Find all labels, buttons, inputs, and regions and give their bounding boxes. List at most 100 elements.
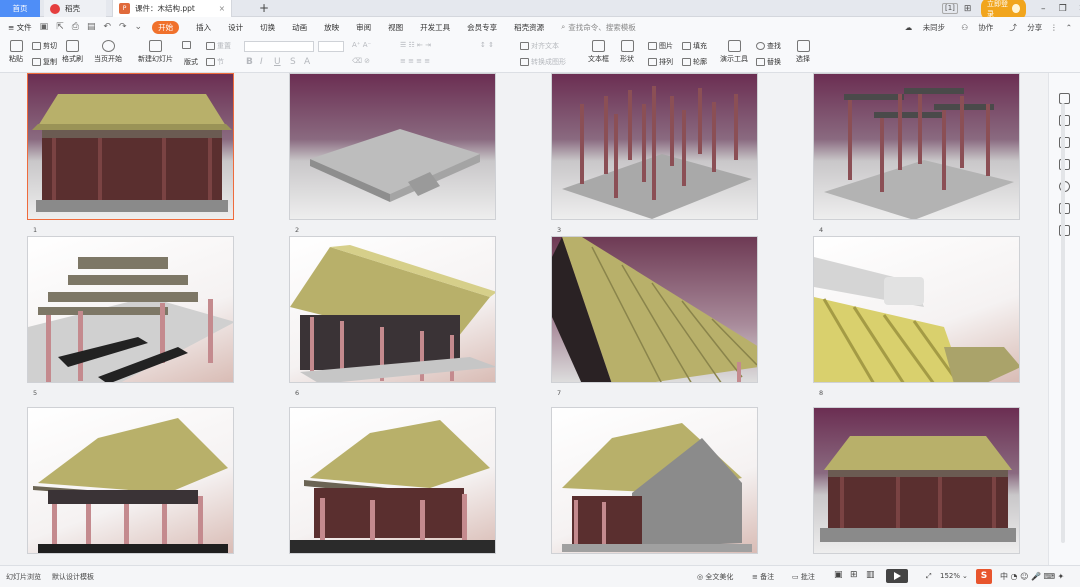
redo-icon[interactable]: ↷	[119, 22, 127, 32]
zoom-level[interactable]: 152%	[940, 572, 960, 580]
tab-home[interactable]: 首页	[0, 0, 40, 17]
tab-document[interactable]: P 课件：木结构.ppt ×	[112, 0, 232, 17]
menu-tab-transition[interactable]: 切换	[260, 22, 275, 33]
line-spacing-icon[interactable]: ↕ ⇕	[480, 41, 494, 49]
slide-thumb-3[interactable]	[551, 73, 758, 220]
menu-tab-docer-resources[interactable]: 稻壳资源	[514, 22, 544, 33]
strikethrough-icon[interactable]: S	[290, 57, 296, 67]
menu-tab-design[interactable]: 设计	[228, 22, 243, 33]
menu-tab-animation[interactable]: 动画	[292, 22, 307, 33]
close-tab-icon[interactable]: ×	[219, 4, 225, 13]
slide-thumb-5[interactable]	[27, 236, 234, 383]
font-family-select[interactable]	[244, 41, 314, 52]
close-button[interactable]: ✕	[1073, 4, 1080, 14]
arrange-button[interactable]: 排列	[648, 57, 673, 67]
menu-tab-member[interactable]: 会员专享	[467, 22, 497, 33]
sorter-view-icon[interactable]: ⊞	[850, 570, 858, 580]
copy-button[interactable]: 复制	[32, 57, 57, 67]
ime-toolbar-icon[interactable]: 中 ◔ ☺ 🎤 ⌨ ✦	[1000, 571, 1064, 582]
file-menu[interactable]: ≡ 文件	[8, 22, 32, 33]
menu-tab-insert[interactable]: 插入	[196, 22, 211, 33]
menu-tab-start[interactable]: 开始	[152, 20, 180, 34]
slide-thumb-6[interactable]	[289, 236, 496, 383]
menu-tab-developer[interactable]: 开发工具	[420, 22, 450, 33]
section-button[interactable]: 节	[206, 57, 224, 67]
sidebar-select-icon[interactable]	[1059, 93, 1070, 104]
minimize-button[interactable]: –	[1034, 4, 1054, 14]
start-from-current-button[interactable]: 当页开始	[94, 40, 122, 64]
layout-button[interactable]	[182, 41, 193, 49]
slide-thumb-9[interactable]	[27, 407, 234, 554]
align-icon[interactable]: ≡ ≡ ≡ ≡	[400, 57, 430, 65]
shape-button[interactable]: 形状	[620, 40, 634, 64]
slide-thumb-10[interactable]	[289, 407, 496, 554]
tab-docer[interactable]: 稻壳	[44, 0, 106, 17]
menu-tab-review[interactable]: 审阅	[356, 22, 371, 33]
fill-button[interactable]: 填充	[682, 41, 707, 51]
select-button[interactable]: 选择	[796, 40, 810, 64]
notes-button[interactable]: ≡ 备注	[752, 572, 774, 582]
reset-button[interactable]: 重置	[206, 41, 231, 51]
slide-thumb-2[interactable]	[289, 73, 496, 220]
vertical-scrollbar[interactable]	[1061, 103, 1065, 543]
share-button[interactable]: ⤴ 分享	[1001, 22, 1042, 33]
cut-button[interactable]: 剪切	[32, 41, 57, 51]
slide-thumb-11[interactable]	[551, 407, 758, 554]
avatar-icon	[1012, 4, 1020, 13]
paste-button[interactable]: 粘贴	[9, 40, 23, 64]
new-tab-button[interactable]: +	[259, 0, 269, 17]
comments-button[interactable]: ▭ 批注	[792, 572, 815, 582]
ime-logo-icon[interactable]: S	[976, 569, 992, 584]
cloud-sync-status[interactable]: ☁ 未同步	[897, 22, 945, 33]
collab-button[interactable]: ⚇ 协作	[953, 22, 993, 33]
picture-button[interactable]: 图片	[648, 41, 673, 51]
collapse-ribbon-icon[interactable]: ⌃	[1066, 23, 1072, 32]
slide-thumb-12[interactable]	[813, 407, 1020, 554]
list-icon[interactable]: ☰ ☷ ⇤ ⇥	[400, 41, 431, 49]
outline-button[interactable]: 轮廓	[682, 57, 707, 67]
format-painter-button[interactable]: 格式刷	[62, 40, 83, 64]
normal-view-icon[interactable]: ▣	[834, 570, 843, 580]
increase-font-icon[interactable]: A⁺ A⁻	[352, 41, 371, 49]
slide-thumb-4[interactable]	[813, 73, 1020, 220]
design-template[interactable]: 默认设计模板	[52, 572, 94, 582]
clear-format-icon[interactable]: ⌫ ⊘	[352, 57, 370, 65]
new-slide-button[interactable]: 新建幻灯片	[138, 40, 173, 64]
print-preview-icon[interactable]: ▤	[87, 22, 96, 32]
menu-tab-slideshow[interactable]: 放映	[324, 22, 339, 33]
font-color-icon[interactable]: A	[304, 57, 310, 67]
convert-smartart-button[interactable]: 转换成图形	[520, 57, 566, 67]
more-icon[interactable]: ⋮	[1050, 23, 1058, 32]
reading-mode-button[interactable]: [1]	[942, 3, 958, 14]
print-icon[interactable]: ⎙	[72, 22, 79, 32]
text-box-button[interactable]: 文本框	[588, 40, 609, 64]
copy-icon	[32, 58, 41, 66]
replace-button[interactable]: 替换	[756, 57, 781, 67]
save-icon[interactable]: ▣	[40, 22, 49, 32]
bold-button[interactable]: B	[246, 57, 253, 67]
slide-thumb-1[interactable]	[27, 73, 234, 220]
presentation-tools-button[interactable]: 演示工具	[720, 40, 748, 64]
beautify-button[interactable]: ◎ 全文美化	[697, 572, 733, 582]
underline-button[interactable]: U	[274, 57, 281, 67]
font-size-select[interactable]	[318, 41, 344, 52]
slide-thumb-8[interactable]	[813, 236, 1020, 383]
menu-tab-view[interactable]: 视图	[388, 22, 403, 33]
grid-icon[interactable]: ⊞	[964, 4, 972, 14]
text-align-button[interactable]: 对齐文本	[520, 41, 559, 51]
command-search[interactable]: ⌕ 查找命令、搜索模板	[561, 22, 636, 33]
customize-icon[interactable]: ⌄	[135, 22, 143, 32]
layout-label-button[interactable]: 版式	[184, 57, 198, 67]
reading-view-icon[interactable]: ▥	[866, 570, 875, 580]
zoom-dropdown-icon[interactable]: ⌄	[962, 572, 968, 580]
find-button[interactable]: 查找	[756, 41, 781, 51]
fit-icon[interactable]: ⤢	[926, 572, 932, 581]
play-slideshow-button[interactable]	[886, 569, 908, 583]
slide-4-beams-icon	[824, 88, 1014, 219]
restore-button[interactable]: ❐	[1053, 4, 1073, 14]
slide-thumb-7[interactable]	[551, 236, 758, 383]
unsynced-label: 未同步	[922, 22, 946, 32]
italic-button[interactable]: I	[260, 57, 263, 67]
export-icon[interactable]: ⇱	[56, 22, 64, 32]
undo-icon[interactable]: ↶	[103, 22, 111, 32]
